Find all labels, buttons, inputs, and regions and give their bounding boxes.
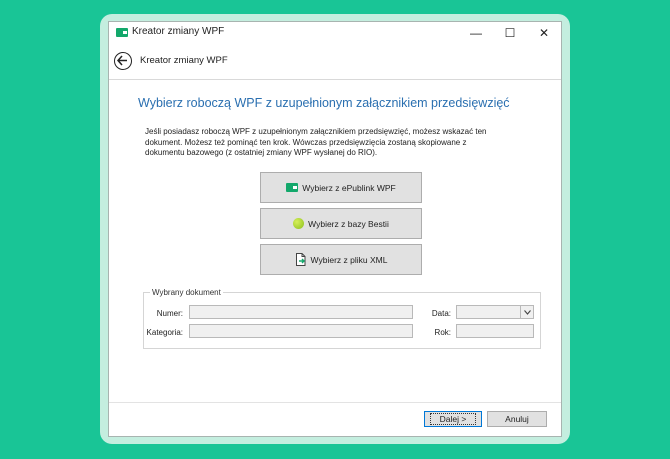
- cancel-button[interactable]: Anuluj: [487, 411, 547, 427]
- select-xml-label: Wybierz z pliku XML: [310, 254, 388, 265]
- select-xml-button[interactable]: Wybierz z pliku XML: [260, 244, 422, 275]
- back-arrow-icon[interactable]: [114, 52, 132, 70]
- description-text: Jeśli posiadasz roboczą WPF z uzupełnion…: [145, 127, 487, 157]
- epublink-icon: [286, 183, 299, 192]
- select-bestia-label: Wybierz z bazy Bestii: [308, 218, 389, 229]
- bestia-ball-icon: [293, 218, 305, 229]
- numer-label: Numer:: [156, 309, 183, 318]
- selected-document-legend: Wybrany dokument: [152, 288, 221, 297]
- next-button[interactable]: Dalej >: [424, 411, 482, 427]
- nav-title: Kreator zmiany WPF: [140, 55, 228, 66]
- kategoria-field[interactable]: [189, 324, 413, 338]
- maximize-button[interactable]: ☐: [493, 22, 527, 44]
- select-bestia-button[interactable]: Wybierz z bazy Bestii: [260, 208, 422, 239]
- close-button[interactable]: ✕: [527, 22, 561, 44]
- select-epublink-button[interactable]: Wybierz z ePublink WPF: [260, 172, 422, 203]
- chevron-down-icon[interactable]: [520, 306, 533, 318]
- numer-field[interactable]: [189, 305, 413, 319]
- title-bar[interactable]: Kreator zmiany WPF — ☐ ✕: [109, 22, 561, 44]
- data-label: Data:: [431, 309, 451, 318]
- kategoria-label: Kategoria:: [146, 328, 183, 337]
- rok-label: Rok:: [434, 328, 451, 337]
- data-date-picker[interactable]: [456, 305, 534, 319]
- rok-field[interactable]: [456, 324, 534, 338]
- wizard-window: Kreator zmiany WPF — ☐ ✕ Kreator zmiany …: [108, 21, 562, 437]
- page-heading: Wybierz roboczą WPF z uzupełnionym załąc…: [138, 96, 510, 110]
- app-icon: [116, 28, 128, 37]
- footer-divider: [109, 402, 561, 403]
- next-button-label: Dalej >: [429, 413, 477, 425]
- minimize-button[interactable]: —: [459, 22, 493, 44]
- nav-bar: Kreator zmiany WPF: [109, 44, 561, 80]
- select-epublink-label: Wybierz z ePublink WPF: [302, 182, 396, 193]
- xml-file-import-icon: [295, 253, 307, 266]
- window-title: Kreator zmiany WPF: [132, 26, 225, 37]
